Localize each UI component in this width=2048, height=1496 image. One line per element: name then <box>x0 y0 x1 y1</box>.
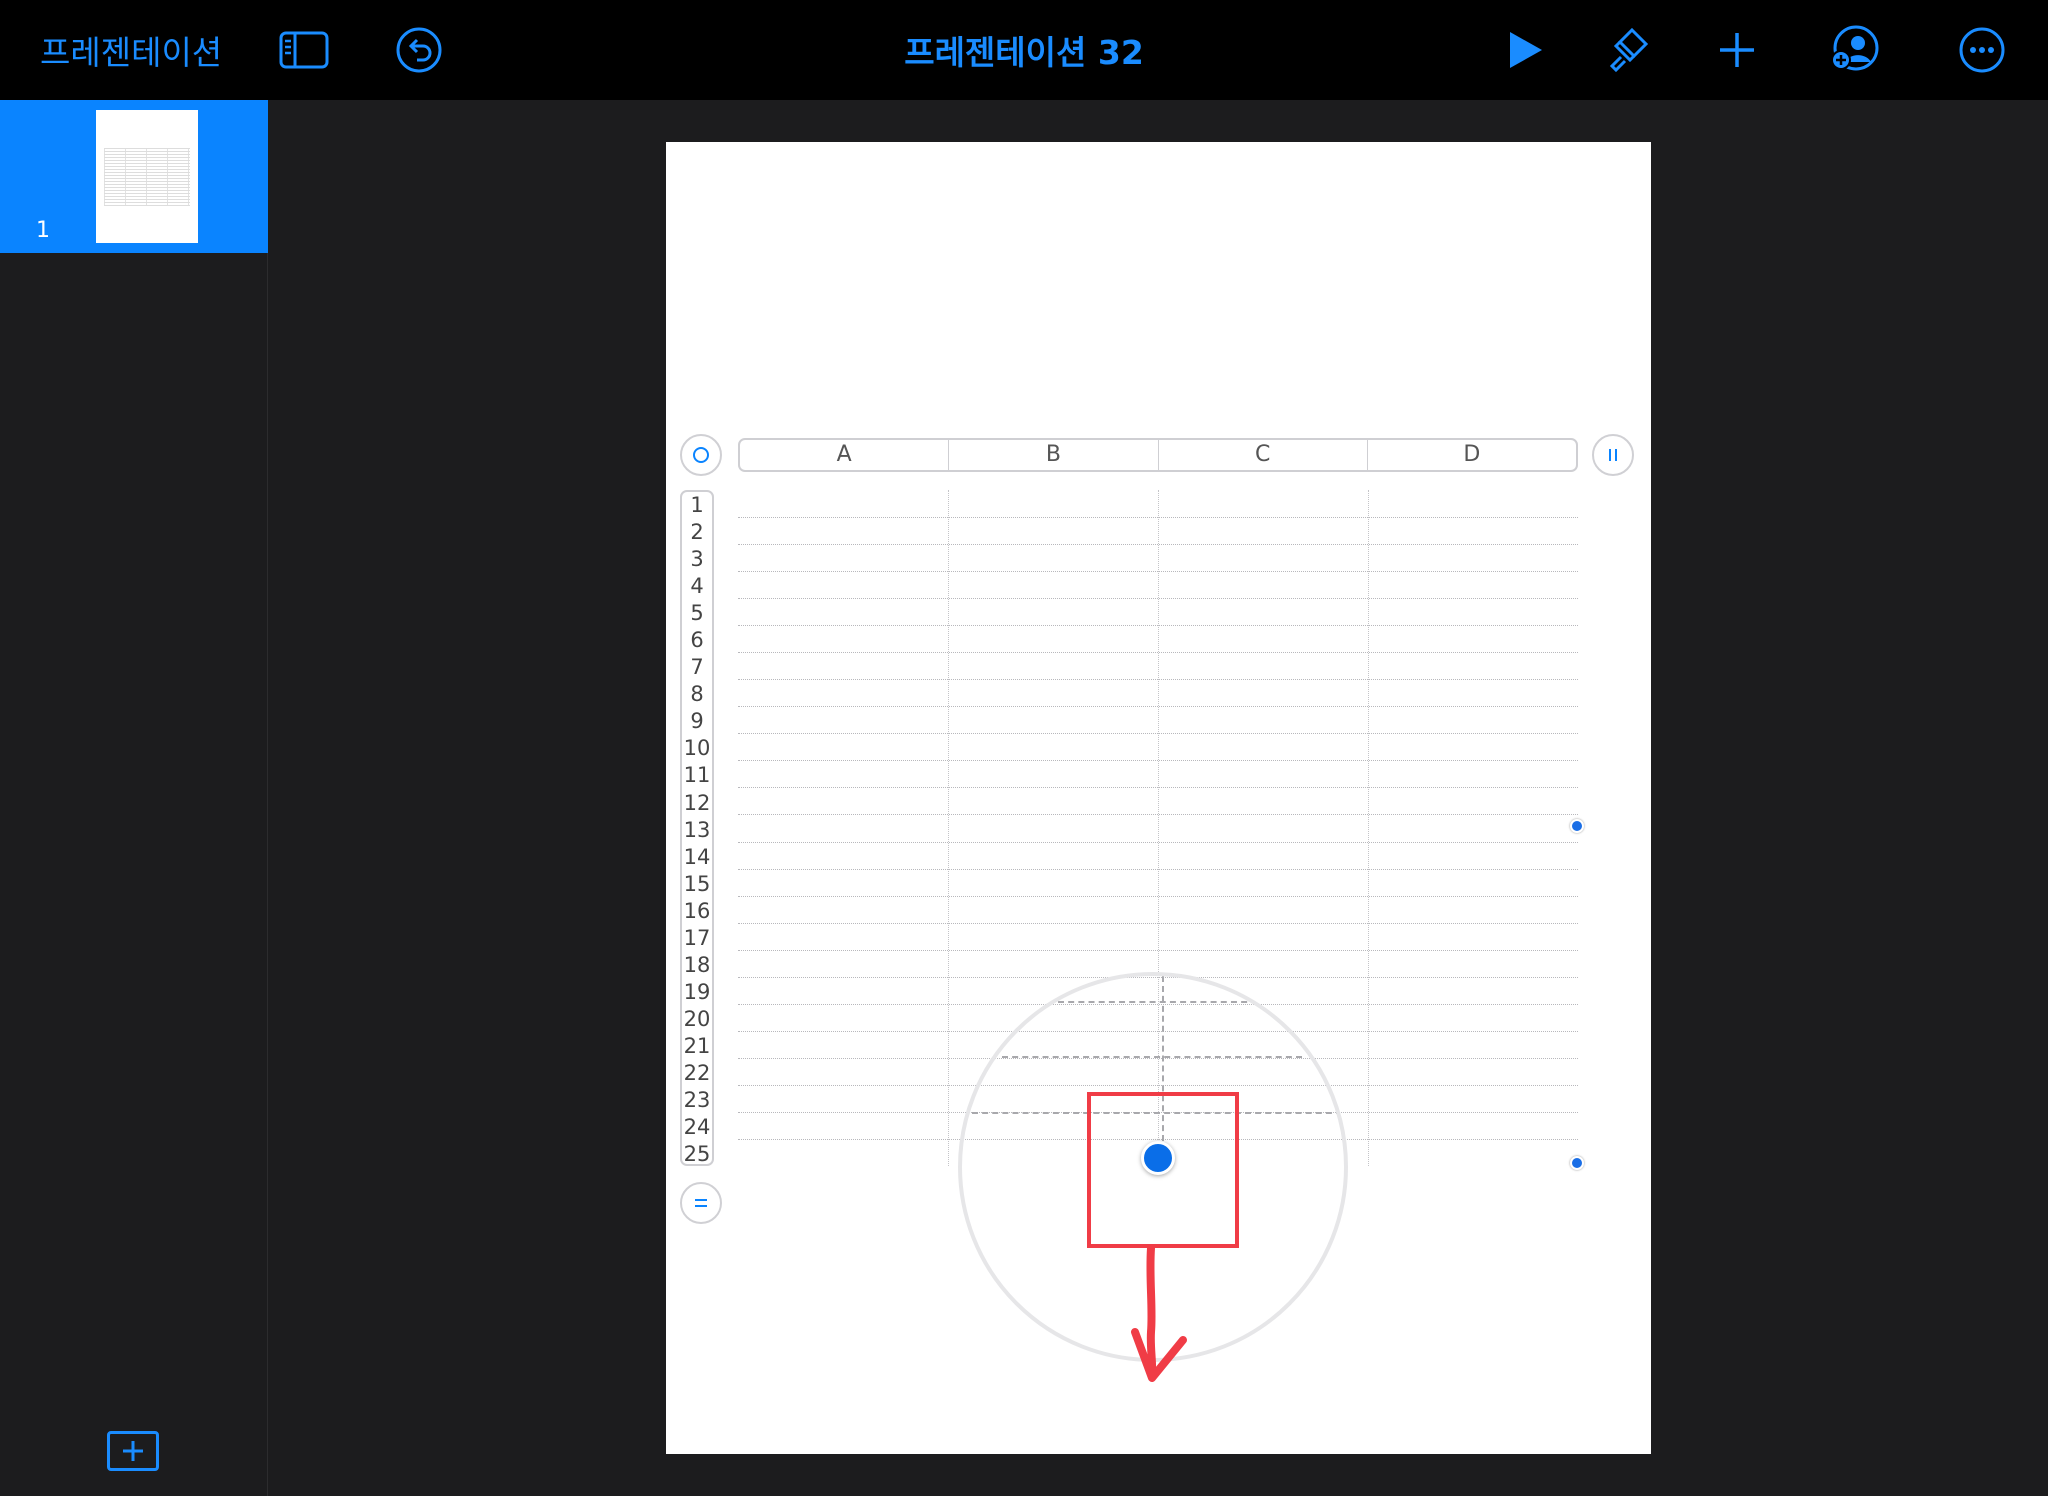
row-header-cell[interactable]: 24 <box>682 1114 712 1141</box>
row-header-bar[interactable]: 1 2 3 4 5 6 7 8 9 10 11 12 13 14 15 16 17 18 19 20 21 22 23 24 2… <box>680 490 714 1166</box>
thumbnail-table-preview <box>104 148 190 206</box>
add-column-handle-icon[interactable] <box>1592 434 1634 476</box>
add-row-handle-icon[interactable] <box>680 1182 722 1224</box>
toolbar: 프레젠테이션 프레젠테이션 32 <box>0 0 2048 100</box>
row-header-cell[interactable]: 15 <box>682 871 712 898</box>
row-header-cell[interactable]: 7 <box>682 654 712 681</box>
slide-thumbnail-image[interactable] <box>96 110 198 243</box>
row-header-cell[interactable]: 21 <box>682 1033 712 1060</box>
column-header-cell[interactable]: B <box>949 440 1159 470</box>
slide-thumbnail-selected[interactable]: 1 <box>0 100 268 253</box>
undo-icon[interactable] <box>391 22 447 78</box>
play-icon[interactable] <box>1496 22 1552 78</box>
slide-number: 1 <box>36 218 50 243</box>
more-icon[interactable] <box>1954 22 2010 78</box>
row-header-cell[interactable]: 10 <box>682 735 712 762</box>
column-header-bar[interactable]: ABCD <box>738 438 1578 472</box>
row-header-cell[interactable]: 19 <box>682 979 712 1006</box>
row-header-cell[interactable]: 4 <box>682 573 712 600</box>
row-header-cell[interactable]: 16 <box>682 898 712 925</box>
documents-back-button[interactable]: 프레젠테이션 <box>40 26 222 74</box>
plus-icon[interactable] <box>1709 22 1765 78</box>
document-title[interactable]: 프레젠테이션 32 <box>904 33 1144 72</box>
column-gridline <box>1368 490 1369 1166</box>
annotation-highlight-box <box>1087 1092 1239 1248</box>
row-header-cell[interactable]: 9 <box>682 708 712 735</box>
row-header-cell[interactable]: 1 <box>682 492 712 519</box>
row-header-cell[interactable]: 18 <box>682 952 712 979</box>
row-header-cell[interactable]: 17 <box>682 925 712 952</box>
row-header-cell[interactable]: 12 <box>682 790 712 817</box>
row-header-cell[interactable]: 22 <box>682 1060 712 1087</box>
column-header-cell[interactable]: A <box>740 440 950 470</box>
row-header-cell[interactable]: 2 <box>682 519 712 546</box>
annotation-arrow-down-icon <box>1131 1248 1187 1382</box>
row-header-cell[interactable]: 13 <box>682 817 712 844</box>
resize-handle-right[interactable] <box>1570 819 1584 833</box>
row-header-cell[interactable]: 5 <box>682 600 712 627</box>
row-header-cell[interactable]: 11 <box>682 762 712 789</box>
row-header-cell[interactable]: 3 <box>682 546 712 573</box>
row-header-cell[interactable]: 14 <box>682 844 712 871</box>
column-header-cell[interactable]: D <box>1368 440 1576 470</box>
sidebar-toggle-icon[interactable] <box>276 22 332 78</box>
slide-canvas[interactable]: ABCD 1 2 3 4 5 6 7 8 9 10 11 12 13 14 15 16 17 18 19 20 21 22… <box>666 142 1651 1454</box>
row-header-cell[interactable]: 6 <box>682 627 712 654</box>
add-slide-plus-icon <box>123 1441 143 1461</box>
row-header-cell[interactable]: 20 <box>682 1006 712 1033</box>
column-header-cell[interactable]: C <box>1159 440 1368 470</box>
row-header-cell[interactable]: 25 <box>682 1141 712 1168</box>
table-select-handle-icon[interactable] <box>680 434 722 476</box>
collaborate-icon[interactable] <box>1826 22 1882 78</box>
slide-navigator: 1 <box>0 100 268 1496</box>
resize-handle-corner[interactable] <box>1570 1156 1584 1170</box>
row-header-cell[interactable]: 8 <box>682 681 712 708</box>
add-slide-button[interactable] <box>107 1431 159 1471</box>
column-gridline <box>948 490 949 1166</box>
row-header-cell[interactable]: 23 <box>682 1087 712 1114</box>
paintbrush-icon[interactable] <box>1600 22 1656 78</box>
